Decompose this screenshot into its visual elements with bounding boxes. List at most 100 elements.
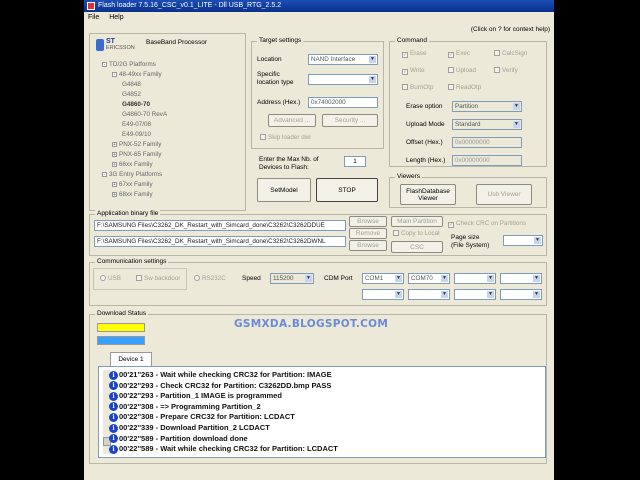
- check-icon: ✓: [402, 69, 408, 75]
- port-select-7[interactable]: ▼: [454, 289, 496, 300]
- upload-mode-select[interactable]: Standard ▼: [452, 119, 522, 130]
- port-select-5[interactable]: ▼: [362, 289, 404, 300]
- port-select-6[interactable]: ▼: [408, 289, 450, 300]
- menu-file[interactable]: File: [84, 12, 103, 23]
- offset-input[interactable]: 0x00000000: [452, 137, 522, 148]
- tree-node[interactable]: -3G Entry Platforms: [102, 171, 162, 179]
- tree-node[interactable]: G4860-70 RevA: [122, 111, 167, 119]
- command-checkbox[interactable]: CalcSign: [494, 50, 527, 58]
- tree-node[interactable]: +67xx Family: [112, 181, 153, 189]
- menu-help[interactable]: Help: [105, 12, 127, 23]
- setmodel-button[interactable]: SetModel: [257, 178, 311, 202]
- tree-node[interactable]: - TD/2G Platforms: [102, 61, 156, 69]
- viewers-group: Viewers FlashDatabase Viewer Usb Viewer: [389, 173, 547, 208]
- collapse-icon[interactable]: -: [102, 172, 107, 178]
- tree-node[interactable]: G4848: [122, 81, 141, 89]
- tree-node[interactable]: G4860-70: [122, 101, 150, 109]
- expand-icon[interactable]: +: [112, 152, 117, 158]
- command-checkbox[interactable]: ReadOtp: [448, 84, 481, 92]
- chevron-down-icon: ▼: [441, 291, 448, 298]
- remove-button[interactable]: Remove: [349, 228, 387, 239]
- baseband-tree[interactable]: - TD/2G Platforms -48-49xx Family G4848 G485…: [102, 61, 242, 206]
- log-line: 00'22''339 - Download Partition_2 LCDACT: [119, 423, 270, 432]
- logo-text-ericsson: ERICSSON: [106, 45, 135, 51]
- com70-select[interactable]: COM70 ▼: [408, 273, 450, 284]
- log-line: 00'22''589 - Partition download done: [119, 433, 248, 443]
- check-icon: ✓: [402, 52, 408, 58]
- collapse-icon[interactable]: -: [102, 62, 107, 68]
- flashdb-viewer-button[interactable]: FlashDatabase Viewer: [400, 184, 456, 205]
- tree-node-label: 48-49xx Family: [119, 71, 162, 78]
- offset-label: Offset (Hex.): [406, 139, 443, 146]
- length-input[interactable]: 0x00000000: [452, 155, 522, 166]
- expand-icon[interactable]: +: [112, 192, 117, 198]
- rs232-radio[interactable]: RS232C: [194, 275, 226, 283]
- expand-icon[interactable]: +: [112, 182, 117, 188]
- tree-node-label: 66xx Family: [119, 161, 153, 168]
- command-checkbox[interactable]: Verify: [494, 67, 518, 75]
- port-select-3[interactable]: ▼: [454, 273, 496, 284]
- tree-node[interactable]: E49-07/08: [122, 121, 151, 129]
- erase-option-select[interactable]: Partition ▼: [452, 101, 522, 112]
- skip-loader-checkbox[interactable]: Skip loader dwl: [260, 134, 311, 142]
- csc-button[interactable]: CSC: [391, 241, 443, 253]
- command-title: Command: [395, 37, 429, 45]
- max-devices-input[interactable]: 1: [344, 156, 366, 167]
- command-checkbox[interactable]: BurnOtp: [402, 84, 433, 92]
- com1-select[interactable]: COM1 ▼: [362, 273, 404, 284]
- tree-node[interactable]: + PNX-52 Family: [112, 141, 161, 149]
- port-select-4[interactable]: ▼: [500, 273, 542, 284]
- expand-icon[interactable]: +: [112, 162, 117, 168]
- tree-node[interactable]: -48-49xx Family: [112, 71, 162, 79]
- browse-button[interactable]: Browse: [349, 216, 387, 227]
- upload-mode-label: Upload Mode: [406, 121, 445, 128]
- binary-file-2[interactable]: F:\SAMSUNG Files\C3262_DK_Restart_with_S…: [94, 236, 346, 247]
- command-checkbox-label: Upload: [456, 67, 476, 74]
- advanced-button[interactable]: Advanced ...: [268, 114, 316, 127]
- command-checkbox[interactable]: ✓ Write: [402, 67, 425, 75]
- command-checkbox[interactable]: Upload: [448, 67, 476, 75]
- binary-file-1[interactable]: F:\SAMSUNG Files\C3262_DK_Restart_with_S…: [94, 220, 346, 231]
- tree-node[interactable]: +68xx Family: [112, 191, 153, 199]
- speed-select[interactable]: 115200 ▼: [270, 273, 314, 284]
- sw-backdoor-checkbox[interactable]: Sw backdoor: [136, 275, 180, 283]
- chevron-down-icon: ▼: [441, 275, 448, 282]
- stop-button[interactable]: STOP: [316, 178, 378, 202]
- tree-node-label: TD/2G Platforms: [109, 61, 156, 68]
- tree-node-label: G4848: [122, 81, 141, 88]
- tree-node[interactable]: + PNX-65 Family: [112, 151, 161, 159]
- command-checkbox[interactable]: ✓ Erase: [402, 50, 426, 58]
- expand-icon[interactable]: +: [112, 142, 117, 148]
- tree-node[interactable]: G4852: [122, 91, 141, 99]
- tab-device-1[interactable]: Device 1: [110, 352, 152, 366]
- baseband-title: BaseBand Processor: [146, 39, 208, 46]
- collapse-icon[interactable]: -: [112, 72, 117, 78]
- title-bar: Flash loader 7.5.16_CSC_v0.1_LITE - Dll …: [84, 0, 554, 12]
- target-settings-group: Target settings Location NAND Interface ▼…: [251, 37, 384, 149]
- address-input[interactable]: 0x74002000: [308, 97, 378, 108]
- page-size-select[interactable]: ▼: [503, 235, 543, 246]
- command-checkbox-label: ReadOtp: [456, 84, 482, 91]
- info-icon: i: [109, 402, 118, 412]
- copy-to-local-checkbox[interactable]: Copy to Local: [393, 230, 440, 238]
- security-button[interactable]: Security ...: [322, 114, 378, 127]
- browse2-button[interactable]: Browse: [349, 240, 387, 251]
- check-crc-checkbox[interactable]: ✓ Check CRC on Partitions: [448, 220, 526, 228]
- location-select[interactable]: NAND Interface ▼: [308, 54, 378, 65]
- tree-node[interactable]: +66xx Family: [112, 161, 153, 169]
- usb-viewer-button[interactable]: Usb Viewer: [476, 184, 532, 205]
- speed-label: Speed: [242, 275, 261, 282]
- usb-radio[interactable]: USB: [100, 275, 121, 283]
- main-partition-button[interactable]: Main Partition: [391, 216, 443, 227]
- specific-location-label-1: Specific: [257, 71, 280, 78]
- command-checkbox[interactable]: ✓ Exec: [448, 50, 470, 58]
- chevron-down-icon: ▼: [513, 121, 520, 128]
- window-title: Flash loader 7.5.16_CSC_v0.1_LITE - Dll …: [98, 2, 282, 9]
- comm-settings-group: Communication settings USB Sw backdoor R…: [89, 258, 547, 306]
- help-hint[interactable]: (Click on ? for context help): [471, 26, 550, 33]
- port-select-8[interactable]: ▼: [500, 289, 542, 300]
- command-group: Command ✓ Erase ✓ Exec CalcSign ✓ Write Upload V…: [389, 37, 547, 167]
- tree-node[interactable]: E49-09/10: [122, 131, 151, 139]
- specific-location-select[interactable]: ▼: [308, 74, 378, 85]
- max-devices-label-1: Enter the Max Nb. of: [259, 156, 319, 163]
